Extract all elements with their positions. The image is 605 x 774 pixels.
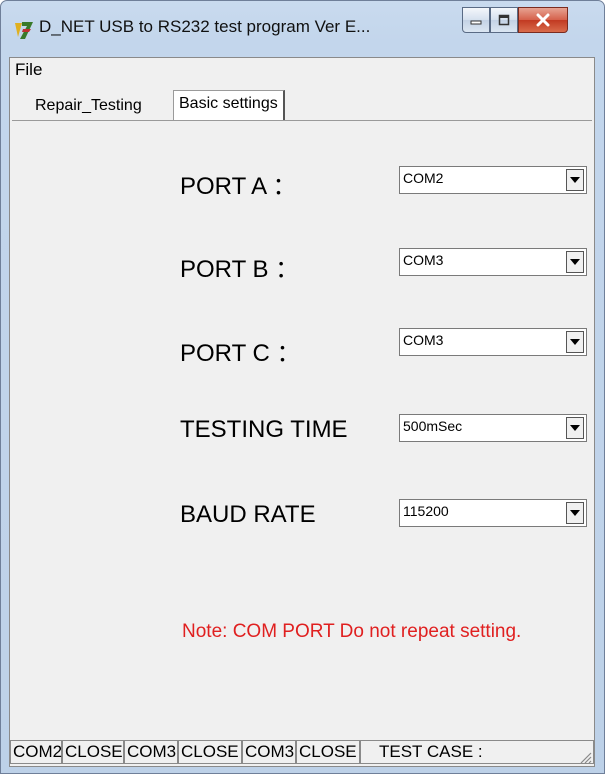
maximize-button[interactable] [490, 7, 518, 33]
status-port-a-state: CLOSE [62, 740, 124, 764]
resize-grip-icon[interactable] [578, 750, 592, 764]
chevron-down-icon[interactable] [566, 502, 584, 524]
status-port-c: COM3 [242, 740, 296, 764]
port-a-select[interactable]: COM2 [399, 166, 587, 194]
port-a-value: COM2 [403, 170, 444, 186]
baud-rate-select[interactable]: 115200 [399, 499, 587, 527]
port-b-value: COM3 [403, 252, 444, 268]
port-c-label: PORT C ： [180, 340, 301, 367]
app-logo-icon [15, 22, 33, 39]
menu-bar: File [10, 58, 594, 84]
window-title: D_NET USB to RS232 test program Ver E... [39, 17, 371, 36]
client-area: File Repair_Testing Basic settings PORT … [9, 57, 595, 767]
close-icon [536, 13, 550, 27]
port-a-label: PORT A ： [180, 173, 297, 200]
title-bar[interactable]: D_NET USB to RS232 test program Ver E... [1, 1, 604, 57]
minimize-icon [470, 20, 482, 25]
port-b-select[interactable]: COM3 [399, 248, 587, 276]
chevron-down-icon[interactable] [566, 251, 584, 273]
window-frame: D_NET USB to RS232 test program Ver E...… [0, 0, 605, 774]
menu-file[interactable]: File [15, 60, 42, 80]
caption-buttons [462, 7, 568, 35]
tab-repair-testing[interactable]: Repair_Testing [30, 93, 147, 121]
testing-time-label: TESTING TIME [180, 416, 348, 443]
minimize-button[interactable] [462, 7, 490, 33]
maximize-icon [498, 14, 510, 26]
basic-settings-panel: PORT A ： COM2 PORT B ： COM3 PORT C ： COM… [12, 120, 592, 733]
baud-rate-label: BAUD RATE [180, 501, 316, 528]
status-test-case: TEST CASE : [360, 740, 594, 764]
port-c-select[interactable]: COM3 [399, 328, 587, 356]
chevron-down-icon[interactable] [566, 169, 584, 191]
chevron-down-icon[interactable] [566, 417, 584, 439]
status-port-b: COM3 [124, 740, 178, 764]
baud-rate-value: 115200 [403, 503, 449, 519]
status-port-a: COM2 [10, 740, 62, 764]
status-bar: COM2 CLOSE COM3 CLOSE COM3 CLOSE TEST CA… [10, 738, 594, 766]
port-c-value: COM3 [403, 332, 444, 348]
chevron-down-icon[interactable] [566, 331, 584, 353]
close-button[interactable] [518, 7, 568, 33]
status-port-c-state: CLOSE [296, 740, 360, 764]
port-b-label: PORT B ： [180, 256, 300, 283]
testing-time-value: 500mSec [403, 418, 463, 434]
note-text: Note: COM PORT Do not repeat setting. [182, 621, 522, 642]
status-port-b-state: CLOSE [178, 740, 242, 764]
testing-time-select[interactable]: 500mSec [399, 414, 587, 442]
tab-basic-settings[interactable]: Basic settings [173, 90, 285, 122]
